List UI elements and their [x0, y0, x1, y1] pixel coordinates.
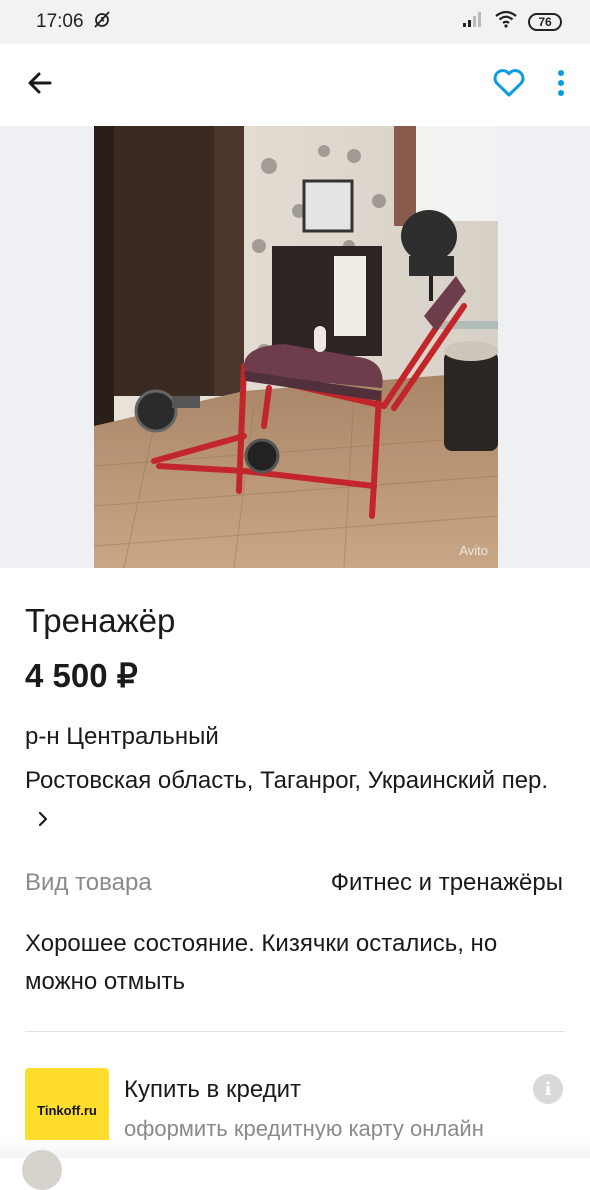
heart-icon[interactable]: [492, 68, 526, 103]
clock: 17:06: [36, 11, 84, 32]
credit-subtitle: оформить кредитную карту онлайн: [124, 1116, 484, 1141]
address-text: Ростовская область, Таганрог, Украинский…: [25, 767, 549, 794]
param-row: Вид товара Фитнес и тренажёры: [25, 869, 563, 897]
app-bar: [0, 44, 590, 126]
listing-photo[interactable]: Avito: [94, 126, 498, 568]
listing-title: Тренажёр: [25, 602, 176, 639]
param-label: Вид товара: [25, 869, 152, 896]
wifi-icon: [494, 10, 518, 34]
listing-address[interactable]: Ростовская область, Таганрог, Украинский…: [25, 761, 570, 839]
back-arrow-icon[interactable]: [24, 67, 56, 104]
signal-icon: [462, 11, 484, 33]
avatar: [22, 1150, 62, 1190]
listing-price: 4 500 ₽: [25, 657, 138, 694]
photo-gallery[interactable]: Avito: [0, 126, 590, 568]
status-right: 76: [462, 10, 562, 34]
battery-icon: 76: [528, 13, 562, 31]
info-icon[interactable]: i: [533, 1074, 563, 1104]
listing-description: Хорошее состояние. Кизячки остались, но …: [25, 930, 498, 995]
divider: [25, 1031, 565, 1032]
chevron-right-icon: [37, 800, 49, 839]
bottom-fade: [0, 1140, 590, 1158]
listing-district: р-н Центральный: [25, 723, 219, 750]
more-vert-icon[interactable]: [556, 68, 566, 103]
param-value: Фитнес и тренажёры: [330, 869, 563, 896]
status-left: 17:06: [36, 9, 112, 35]
muted-alarm-icon: [92, 9, 112, 35]
app-actions: [492, 68, 566, 103]
status-bar: 17:06 76: [0, 0, 590, 44]
credit-title: Купить в кредит: [124, 1076, 302, 1103]
avito-watermark: Avito: [459, 543, 488, 558]
